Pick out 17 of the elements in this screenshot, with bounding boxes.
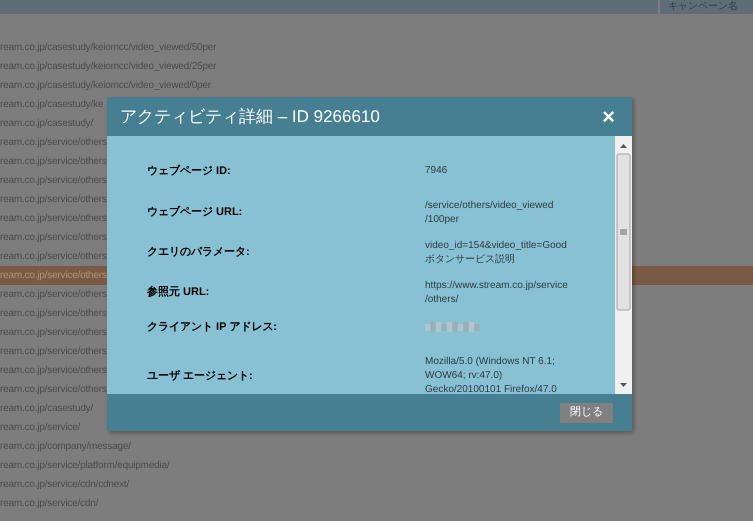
scrollbar[interactable] <box>615 136 632 394</box>
close-button[interactable]: × <box>602 106 615 128</box>
field-label: クライアント IP アドレス: <box>147 320 278 334</box>
field-value: 7946 <box>425 164 448 178</box>
url-text: ream.co.jp/service/others <box>0 269 107 283</box>
field-label: ウェブページ URL: <box>147 204 244 220</box>
field-value: Mozilla/5.0 (Windows NT 6.1; WOW64; rv:47.0) Gecko/20100101 Firefox/47.0 <box>425 355 557 397</box>
field-value: https://www.stream.co.jp/service /others/ <box>425 278 568 306</box>
field-label: 参照元 URL: <box>147 284 210 300</box>
field-label: ウェブページ ID: <box>147 164 232 179</box>
dialog-title: アクティビティ詳細 – ID 9266610 <box>120 106 380 128</box>
close-dialog-button[interactable]: 閉じる <box>560 402 613 422</box>
redacted-text-drawing <box>425 320 481 333</box>
field-value: video_id=154&video_title=Good ボタンサービス説明 <box>425 238 567 266</box>
field-label: ユーザ エージェント: <box>147 368 254 384</box>
field-label: クエリのパラメータ: <box>147 245 251 260</box>
field-value: /service/others/video_viewed /100per <box>425 198 554 226</box>
